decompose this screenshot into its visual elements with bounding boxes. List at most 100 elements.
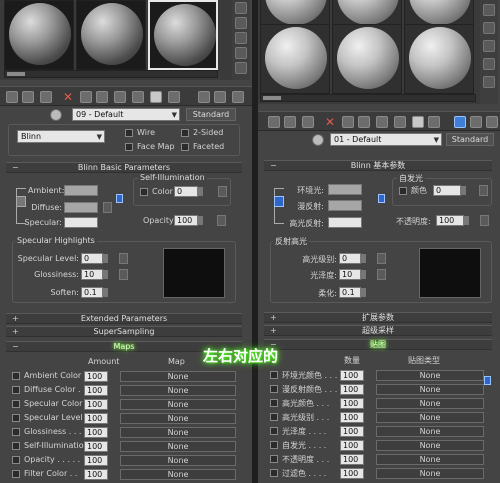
map-slot-button[interactable]: None [120,371,236,382]
uv-tiling-icon[interactable] [235,47,247,59]
map-slot-button[interactable]: None [376,384,484,395]
map-amount-spinner[interactable]: 100 [340,412,364,423]
navigate-icon[interactable] [486,116,498,128]
video-color-check-icon[interactable] [483,76,495,88]
reset-x-icon[interactable]: ✕ [62,91,74,103]
specular-swatch[interactable] [328,217,362,228]
map-slot-button[interactable]: None [120,441,236,452]
two-sided-checkbox[interactable] [181,129,189,137]
show-end-result-icon[interactable] [428,116,440,128]
map-amount-spinner[interactable]: 100 [340,454,364,465]
self-illum-spinner[interactable]: 0 [433,185,466,196]
self-illum-map-button[interactable] [479,185,488,196]
self-illum-color-checkbox[interactable] [399,187,407,195]
lock-icon[interactable] [274,196,284,207]
sample-slot[interactable] [76,0,146,70]
material-type-button[interactable]: Standard [186,108,236,121]
map-enable-checkbox[interactable] [12,456,20,464]
opacity-map-button[interactable] [480,215,489,226]
map-enable-checkbox[interactable] [12,386,20,394]
get-material-icon[interactable] [6,91,18,103]
map-amount-spinner[interactable]: 100 [84,399,108,410]
glossiness-spinner[interactable]: 10 [81,269,108,280]
put-to-library-icon[interactable] [376,116,388,128]
supersampling-rollout[interactable]: + 超级采样 [264,325,492,336]
scroll-thumb[interactable] [7,72,25,76]
spec-level-map-button[interactable] [119,253,128,264]
copy-material-icon[interactable] [80,91,92,103]
material-id-icon[interactable] [132,91,144,103]
map-enable-checkbox[interactable] [270,427,278,435]
map-enable-checkbox[interactable] [12,428,20,436]
backlight-icon[interactable] [483,22,495,34]
maps-rollout[interactable]: − 贴图 [264,339,492,350]
diffuse-swatch[interactable] [328,200,362,211]
background-icon[interactable] [235,32,247,44]
sample-slot[interactable] [4,0,74,70]
make-unique-icon[interactable] [358,116,370,128]
go-forward-icon[interactable] [214,91,226,103]
map-slot-button[interactable]: None [120,413,236,424]
opacity-map-button[interactable] [217,215,226,226]
map-enable-checkbox[interactable] [12,470,20,478]
material-type-button[interactable]: Standard [446,133,494,146]
faceted-checkbox[interactable] [181,143,189,151]
eyedropper-icon[interactable] [312,134,324,146]
specular-swatch[interactable] [64,217,98,228]
map-amount-spinner[interactable]: 100 [340,440,364,451]
lock-icon[interactable] [16,196,26,207]
map-amount-spinner[interactable]: 100 [84,441,108,452]
put-to-scene-icon[interactable] [22,91,34,103]
soften-spinner[interactable]: 0.1 [339,287,366,298]
scroll-thumb[interactable] [263,96,281,100]
map-amount-spinner[interactable]: 100 [84,427,108,438]
blinn-basic-params-rollout[interactable]: − Blinn Basic Parameters [6,162,242,173]
map-slot-button[interactable]: None [120,469,236,480]
material-id-icon[interactable] [394,116,406,128]
copy-material-icon[interactable] [342,116,354,128]
map-slot-button[interactable]: None [120,455,236,466]
glossiness-map-button[interactable] [377,269,386,280]
map-slot-button[interactable]: None [376,398,484,409]
glossiness-map-button[interactable] [119,269,128,280]
map-enable-checkbox[interactable] [12,400,20,408]
diffuse-map-button[interactable] [103,202,112,213]
material-name-field[interactable]: 09 - Default ▼ [72,108,180,121]
ambient-swatch[interactable] [328,184,362,195]
make-unique-icon[interactable] [96,91,108,103]
eyedropper-icon[interactable] [50,109,62,121]
map-amount-spinner[interactable]: 100 [84,469,108,480]
soften-spinner[interactable]: 0.1 [81,287,108,298]
map-amount-spinner[interactable]: 100 [340,426,364,437]
self-illum-map-button[interactable] [218,186,227,197]
wire-checkbox[interactable] [125,129,133,137]
map-slot-button[interactable]: None [120,385,236,396]
map-enable-checkbox[interactable] [12,414,20,422]
self-illum-spinner[interactable]: 0 [174,186,203,197]
lock-map-icon[interactable] [378,194,385,203]
navigate-icon[interactable] [232,91,244,103]
slots-scrollbar[interactable] [260,94,476,102]
assign-material-icon[interactable] [302,116,314,128]
sample-slot[interactable] [332,24,402,94]
spec-level-spinner[interactable]: 0 [339,253,366,264]
map-enable-checkbox[interactable] [270,413,278,421]
map-enable-checkbox[interactable] [270,399,278,407]
map-enable-checkbox[interactable] [12,442,20,450]
map-amount-spinner[interactable]: 100 [84,385,108,396]
extended-params-rollout[interactable]: + 扩展参数 [264,312,492,323]
map-slot-button[interactable]: None [376,440,484,451]
blinn-basic-params-rollout[interactable]: − Blinn 基本参数 [264,160,492,171]
go-to-parent-icon[interactable] [454,116,466,128]
map-amount-spinner[interactable]: 100 [340,398,364,409]
map-amount-spinner[interactable]: 100 [340,370,364,381]
map-slot-button[interactable]: None [120,427,236,438]
put-to-scene-icon[interactable] [284,116,296,128]
shader-dropdown[interactable]: Blinn ▼ [17,130,105,143]
background-icon[interactable] [483,40,495,52]
supersampling-rollout[interactable]: + SuperSampling [6,326,242,337]
map-enable-checkbox[interactable] [270,455,278,463]
glossiness-spinner[interactable]: 10 [339,269,366,280]
lock-map-icon[interactable] [116,194,123,203]
go-forward-icon[interactable] [470,116,482,128]
